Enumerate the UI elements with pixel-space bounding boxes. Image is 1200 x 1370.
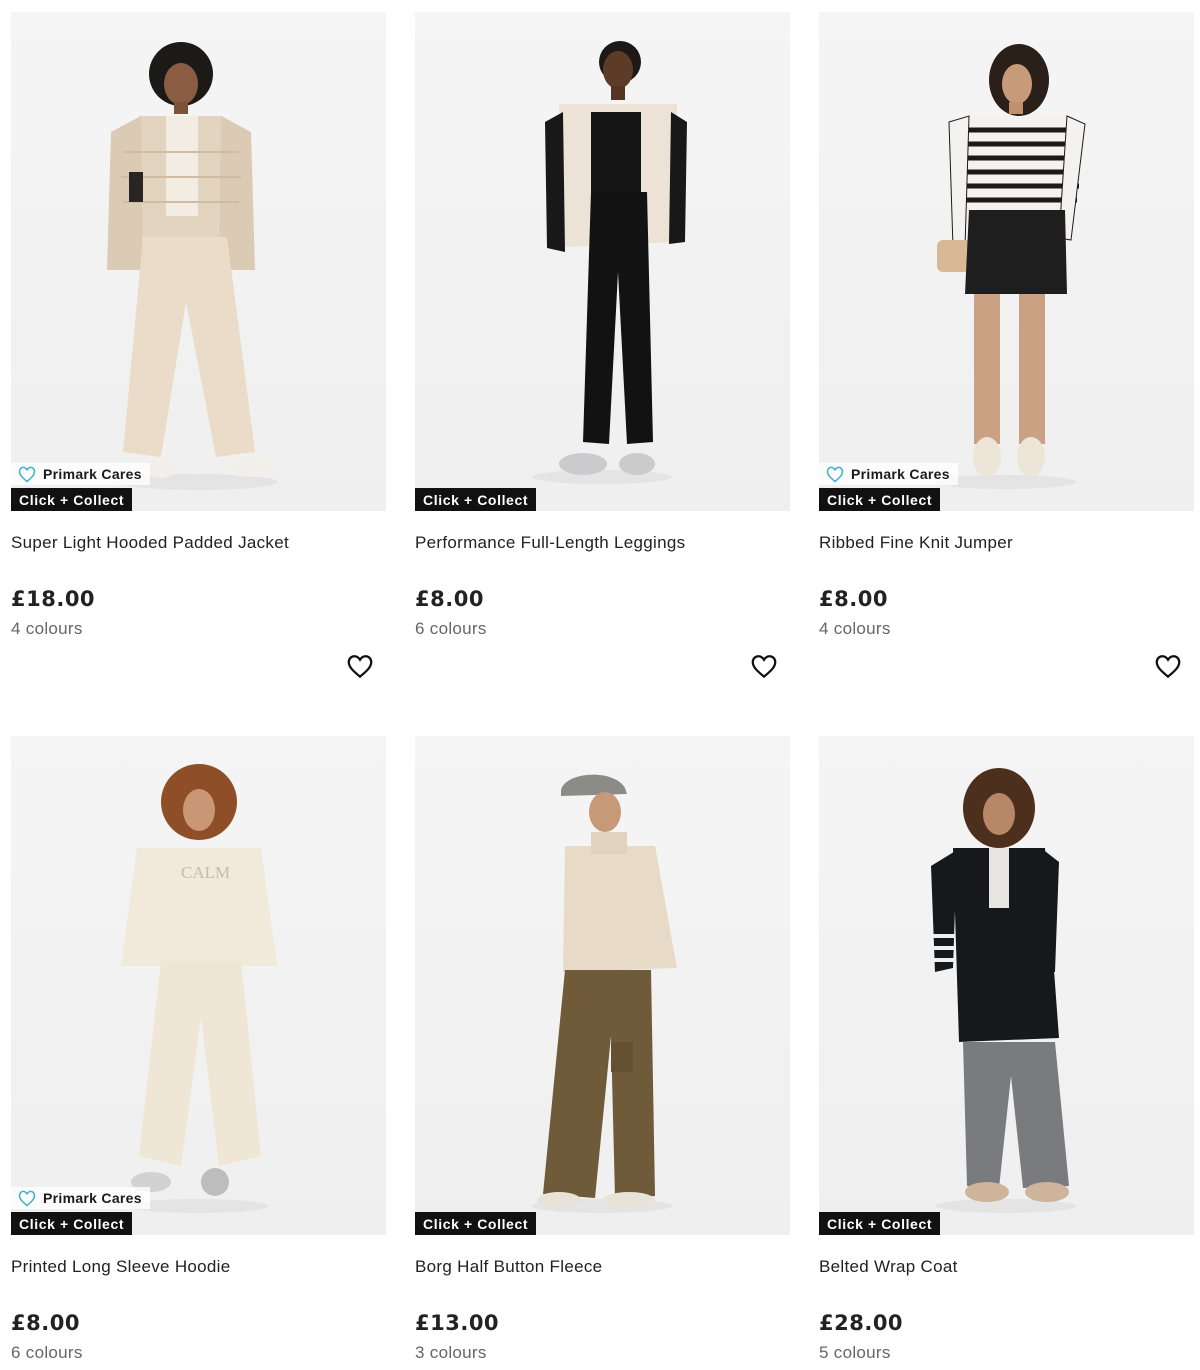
product-title[interactable]: Performance Full-Length Leggings [415, 533, 685, 553]
click-collect-badge: Click + Collect [11, 488, 133, 511]
badge-cares-label: Primark Cares [43, 1190, 142, 1206]
product-title[interactable]: Ribbed Fine Knit Jumper [819, 533, 1013, 553]
product-title[interactable]: Printed Long Sleeve Hoodie [11, 1257, 231, 1277]
badge-cares-label: Primark Cares [851, 466, 950, 482]
model-photo: CALM [121, 764, 277, 1213]
model-photo [532, 774, 677, 1213]
product-card[interactable]: Primark Cares Click + Collect Super Ligh… [11, 12, 386, 679]
heart-outline-icon [1155, 655, 1181, 679]
click-collect-badge: Click + Collect [819, 488, 941, 511]
heart-cares-icon [18, 1190, 36, 1207]
model-photo [936, 44, 1086, 489]
wishlist-button[interactable] [748, 650, 780, 682]
product-price: £28.00 [819, 1311, 904, 1335]
product-colours: 3 colours [415, 1343, 487, 1362]
product-colours: 6 colours [415, 619, 487, 638]
product-card[interactable]: Click + Collect Borg Half Button Fleece … [415, 736, 790, 1362]
product-price: £8.00 [11, 1311, 80, 1335]
product-image[interactable]: Click + Collect [819, 736, 1194, 1235]
heart-cares-icon [826, 466, 844, 483]
product-image[interactable]: Click + Collect [415, 736, 790, 1235]
product-image[interactable]: Primark Cares Click + Collect [11, 12, 386, 511]
svg-text:CALM: CALM [181, 863, 230, 882]
primark-cares-badge: Primark Cares [819, 463, 958, 485]
product-price: £18.00 [11, 587, 96, 611]
click-collect-badge: Click + Collect [415, 488, 537, 511]
primark-cares-badge: Primark Cares [11, 1187, 150, 1209]
heart-outline-icon [347, 655, 373, 679]
product-title[interactable]: Super Light Hooded Padded Jacket [11, 533, 289, 553]
product-price: £13.00 [415, 1311, 500, 1335]
product-colours: 6 colours [11, 1343, 83, 1362]
click-collect-badge: Click + Collect [415, 1212, 537, 1235]
model-photo [532, 41, 687, 484]
badge-cares-label: Primark Cares [43, 466, 142, 482]
model-photo [931, 768, 1076, 1213]
click-collect-badge: Click + Collect [819, 1212, 941, 1235]
product-image[interactable]: CALM Primark Cares Click + Collect [11, 736, 386, 1235]
product-image[interactable]: Primark Cares Click + Collect [819, 12, 1194, 511]
product-title[interactable]: Belted Wrap Coat [819, 1257, 958, 1277]
wishlist-button[interactable] [344, 650, 376, 682]
click-collect-badge: Click + Collect [11, 1212, 133, 1235]
product-card[interactable]: Primark Cares Click + Collect Ribbed Fin… [819, 12, 1194, 679]
model-photo [107, 42, 278, 490]
primark-cares-badge: Primark Cares [11, 463, 150, 485]
product-title[interactable]: Borg Half Button Fleece [415, 1257, 602, 1277]
wishlist-button[interactable] [1152, 650, 1184, 682]
heart-cares-icon [18, 466, 36, 483]
product-colours: 5 colours [819, 1343, 891, 1362]
product-card[interactable]: Click + Collect Belted Wrap Coat £28.00 … [819, 736, 1194, 1362]
product-card[interactable]: Click + Collect Performance Full-Length … [415, 12, 790, 679]
heart-outline-icon [751, 655, 777, 679]
product-card[interactable]: CALM Primark Cares Click + Collect Print… [11, 736, 386, 1362]
product-image[interactable]: Click + Collect [415, 12, 790, 511]
product-colours: 4 colours [11, 619, 83, 638]
product-colours: 4 colours [819, 619, 891, 638]
product-price: £8.00 [819, 587, 888, 611]
product-price: £8.00 [415, 587, 484, 611]
